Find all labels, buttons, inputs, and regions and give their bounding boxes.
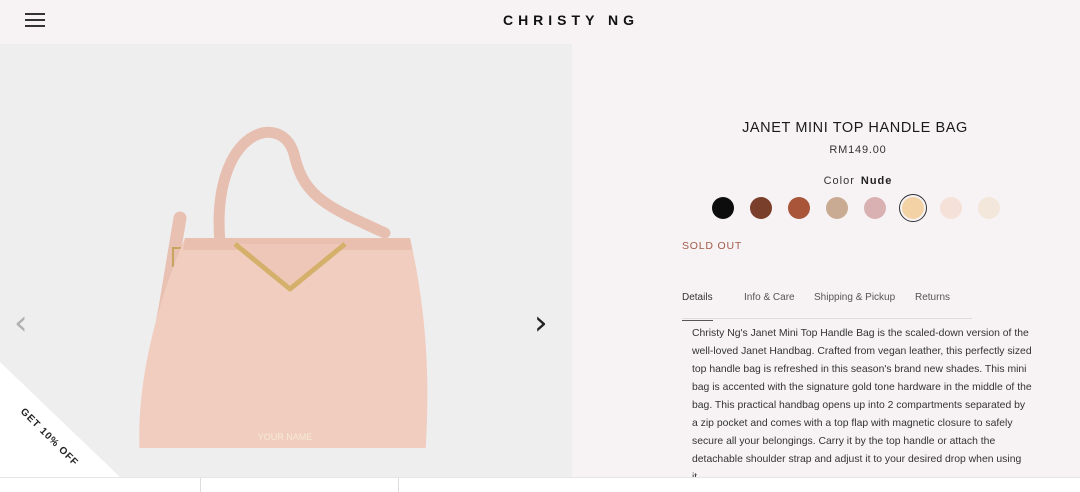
- color-swatch[interactable]: [826, 197, 848, 219]
- color-swatch[interactable]: [899, 194, 927, 222]
- brand-logo[interactable]: CHRISTY NG: [0, 12, 1080, 28]
- color-swatch[interactable]: [940, 197, 962, 219]
- stock-status: SOLD OUT: [682, 240, 743, 252]
- product-description: Christy Ng's Janet Mini Top Handle Bag i…: [692, 328, 1032, 483]
- color-swatch[interactable]: [750, 197, 772, 219]
- color-swatch[interactable]: [788, 197, 810, 219]
- tab-shipping-pickup[interactable]: Shipping & Pickup: [814, 292, 895, 311]
- product-image: YOUR NAME: [139, 126, 428, 448]
- header: CHRISTY NG: [0, 0, 1080, 44]
- next-image-button[interactable]: ›: [534, 306, 548, 340]
- tab-details[interactable]: Details: [682, 292, 713, 321]
- color-swatch[interactable]: [978, 197, 1000, 219]
- watermark-text: YOUR NAME: [258, 432, 313, 442]
- color-swatch[interactable]: [712, 197, 734, 219]
- tab-returns[interactable]: Returns: [915, 292, 950, 311]
- bottom-bar: [0, 477, 1080, 492]
- color-value: Nude: [860, 175, 893, 187]
- product-price: RM149.00: [829, 144, 887, 156]
- color-selector-label: Color Nude: [572, 175, 1080, 187]
- color-swatch[interactable]: [864, 197, 886, 219]
- promo-badge[interactable]: GET 10% OFF: [0, 362, 120, 477]
- info-tabs: Details Info & Care Shipping & Pickup Retur…: [682, 292, 972, 321]
- product-title: JANET MINI TOP HANDLE BAG: [742, 120, 968, 136]
- product-info: JANET MINI TOP HANDLE BAG RM149.00 Color…: [572, 44, 1080, 483]
- tab-info-care[interactable]: Info & Care: [744, 292, 795, 311]
- color-label: Color: [823, 175, 855, 187]
- prev-image-button[interactable]: ‹: [14, 306, 28, 340]
